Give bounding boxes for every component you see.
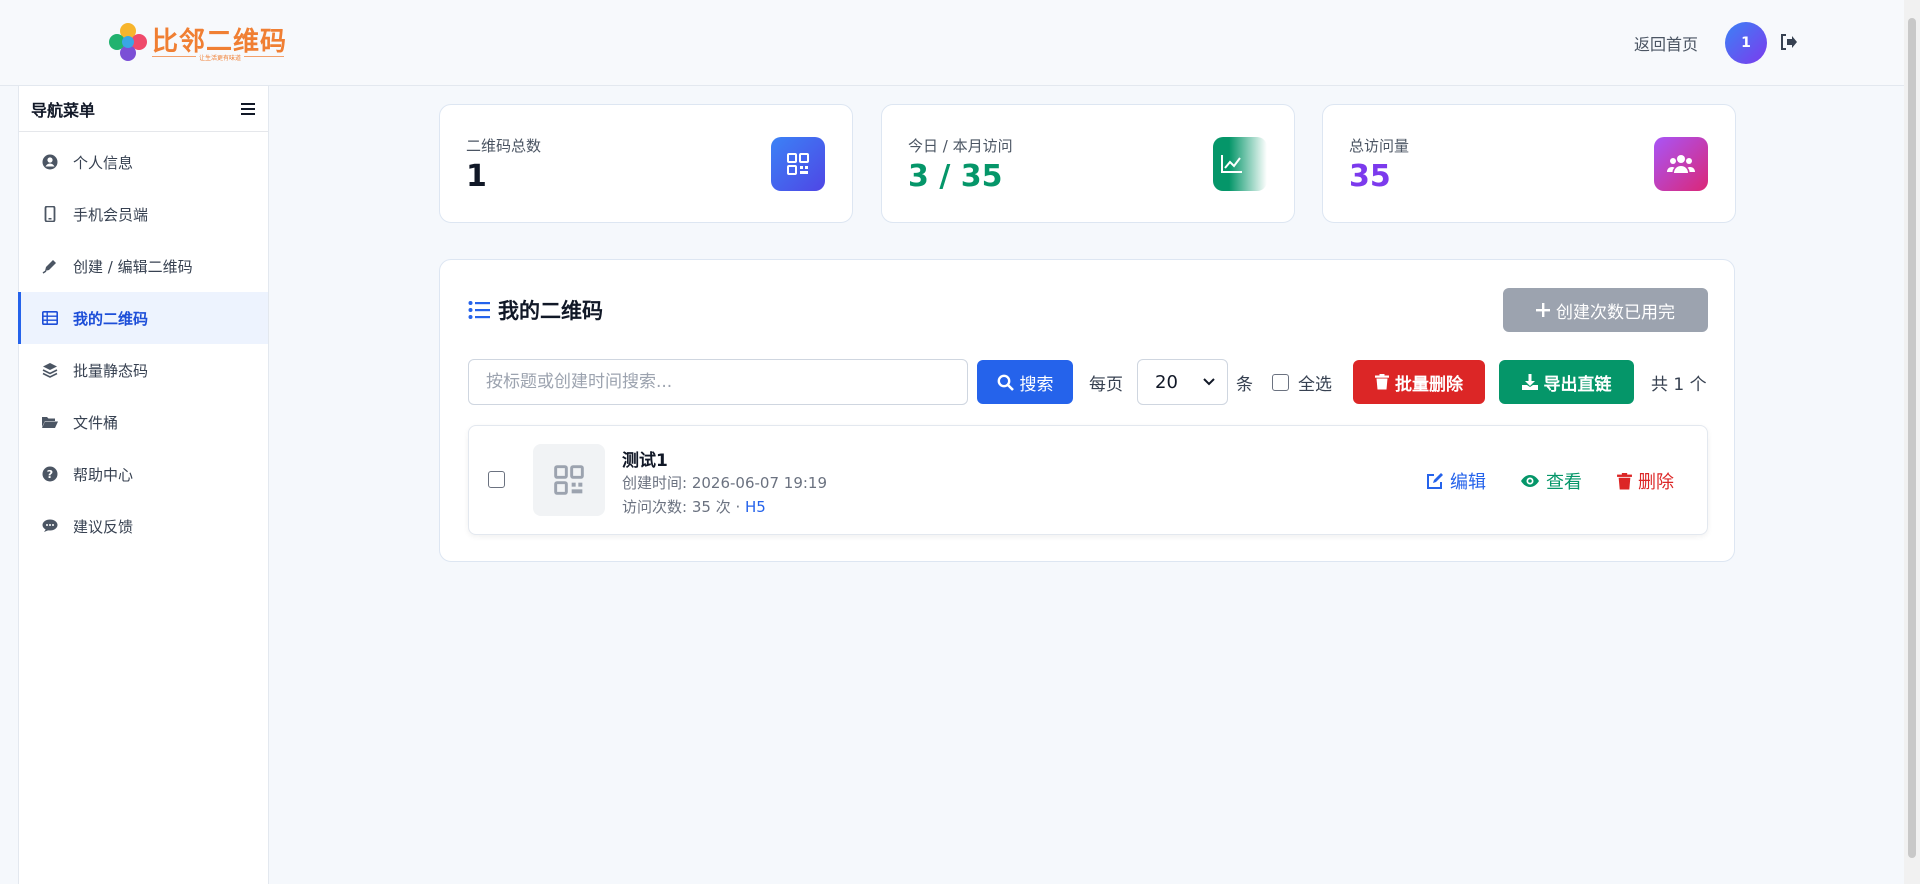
sidebar-item-mobile[interactable]: 手机会员端 <box>19 188 268 240</box>
create-qrcode-button[interactable]: 创建次数已用完 <box>1503 288 1708 332</box>
my-qrcodes-panel: 我的二维码 创建次数已用完 搜索 每页 20 条 全选 批量删除 导出直链 共 … <box>439 259 1735 562</box>
panel-title-text: 我的二维码 <box>498 299 603 323</box>
sidebar-header: 导航菜单 <box>19 86 268 132</box>
logo-mark-icon <box>109 23 147 61</box>
delete-label: 删除 <box>1638 472 1674 493</box>
select-all-label[interactable]: 全选 <box>1298 370 1332 395</box>
trash-icon <box>1375 374 1389 390</box>
created-value: 2026-06-07 19:19 <box>691 474 828 492</box>
visits-label: 访问次数: <box>622 498 688 516</box>
chevron-down-icon <box>1203 378 1215 386</box>
sidebar-item-label: 创建 / 编辑二维码 <box>73 257 193 276</box>
page-scrollbar[interactable] <box>1904 0 1920 884</box>
stat-value: 35 <box>1349 159 1391 194</box>
panel-title: 我的二维码 <box>468 295 603 325</box>
user-avatar[interactable]: 1 <box>1725 22 1767 64</box>
logo-subtitle: 让生活更有味道 <box>196 53 245 62</box>
stat-label: 今日 / 本月访问 <box>908 137 1013 155</box>
sidebar-item-label: 个人信息 <box>73 153 134 172</box>
qrcode-created: 创建时间: 2026-06-07 19:19 <box>622 472 827 493</box>
layers-icon <box>42 363 58 378</box>
sidebar-item-label: 帮助中心 <box>73 465 134 484</box>
batch-delete-label: 批量删除 <box>1395 374 1463 395</box>
comment-icon <box>42 519 58 532</box>
chart-line-icon <box>1213 137 1267 191</box>
sidebar-item-label: 我的二维码 <box>73 309 149 328</box>
folder-open-icon <box>42 417 58 428</box>
home-link[interactable]: 返回首页 <box>1634 31 1698 55</box>
delete-qrcode-button[interactable]: 删除 <box>1617 468 1674 494</box>
qrcode-title[interactable]: 测试1 <box>622 446 668 471</box>
scrollbar-thumb[interactable] <box>1908 18 1916 858</box>
total-count: 共 1 个 <box>1651 375 1707 395</box>
batch-delete-button[interactable]: 批量删除 <box>1353 360 1485 404</box>
qrcode-thumbnail[interactable] <box>533 444 605 516</box>
sidebar-item-help[interactable]: ? 帮助中心 <box>19 448 268 500</box>
sidebar: 导航菜单 个人信息 手机会员端 创建 / 编辑二维码 我的二维码 批量静态码 文… <box>18 86 269 884</box>
pen-icon <box>42 260 56 274</box>
menu-toggle-icon[interactable] <box>240 102 256 116</box>
qrcode-type-tag: H5 <box>745 498 766 516</box>
edit-icon <box>1427 473 1443 489</box>
qrcode-row: 测试1 创建时间: 2026-06-07 19:19 访问次数: 35 次 · … <box>468 425 1708 535</box>
stat-card-visits: 今日 / 本月访问 3 / 35 <box>881 104 1295 223</box>
per-page-unit: 条 <box>1236 375 1253 395</box>
download-icon <box>1521 374 1538 390</box>
sidebar-item-label: 手机会员端 <box>73 205 149 224</box>
stat-card-total-views: 总访问量 35 <box>1322 104 1736 223</box>
qrcode-icon <box>771 137 825 191</box>
sidebar-item-feedback[interactable]: 建议反馈 <box>19 500 268 552</box>
qrcode-placeholder-icon <box>554 465 584 495</box>
search-icon <box>997 374 1014 391</box>
svg-text:?: ? <box>47 468 53 481</box>
sidebar-title: 导航菜单 <box>31 100 96 120</box>
view-label: 查看 <box>1546 472 1582 493</box>
row-checkbox[interactable] <box>488 471 505 488</box>
sidebar-item-label: 批量静态码 <box>73 361 149 380</box>
per-page-label: 每页 <box>1089 375 1123 395</box>
sidebar-item-label: 文件桶 <box>73 413 119 432</box>
per-page-select[interactable]: 20 <box>1137 359 1228 405</box>
select-all-checkbox[interactable] <box>1272 374 1289 391</box>
search-input[interactable] <box>468 359 968 405</box>
stat-card-total-qrcodes: 二维码总数 1 <box>439 104 853 223</box>
plus-icon <box>1536 303 1550 317</box>
stat-value: 3 / 35 <box>908 159 1003 194</box>
export-links-button[interactable]: 导出直链 <box>1499 360 1634 404</box>
top-header: 比邻二维码 让生活更有味道 返回首页 1 <box>0 0 1904 86</box>
logout-icon[interactable] <box>1778 32 1798 52</box>
stat-label: 总访问量 <box>1349 137 1410 155</box>
view-qrcode-button[interactable]: 查看 <box>1520 468 1582 494</box>
sidebar-item-create[interactable]: 创建 / 编辑二维码 <box>19 240 268 292</box>
question-circle-icon: ? <box>42 466 58 482</box>
mobile-icon <box>44 206 56 222</box>
table-icon <box>42 311 58 325</box>
sidebar-item-batch-static[interactable]: 批量静态码 <box>19 344 268 396</box>
user-circle-icon <box>42 154 58 170</box>
trash-icon <box>1617 472 1632 489</box>
eye-icon <box>1521 475 1539 487</box>
list-icon <box>468 301 490 319</box>
sidebar-item-my-qrcodes[interactable]: 我的二维码 <box>18 292 268 344</box>
site-logo[interactable]: 比邻二维码 让生活更有味道 <box>108 20 286 64</box>
stat-label: 二维码总数 <box>466 137 542 155</box>
export-links-label: 导出直链 <box>1543 374 1612 395</box>
sidebar-item-file-bucket[interactable]: 文件桶 <box>19 396 268 448</box>
search-button-label: 搜索 <box>1019 374 1054 395</box>
created-label: 创建时间: <box>622 474 688 492</box>
edit-label: 编辑 <box>1450 472 1486 493</box>
per-page-value: 20 <box>1155 371 1178 393</box>
qrcode-visits: 访问次数: 35 次 · H5 <box>622 496 766 517</box>
visits-value: 35 次 · <box>691 498 746 516</box>
edit-qrcode-button[interactable]: 编辑 <box>1426 468 1486 494</box>
create-button-label: 创建次数已用完 <box>1556 302 1675 323</box>
sidebar-item-profile[interactable]: 个人信息 <box>19 136 268 188</box>
sidebar-item-label: 建议反馈 <box>73 517 134 536</box>
search-button[interactable]: 搜索 <box>977 360 1073 404</box>
users-icon <box>1654 137 1708 191</box>
stat-value: 1 <box>466 159 487 194</box>
